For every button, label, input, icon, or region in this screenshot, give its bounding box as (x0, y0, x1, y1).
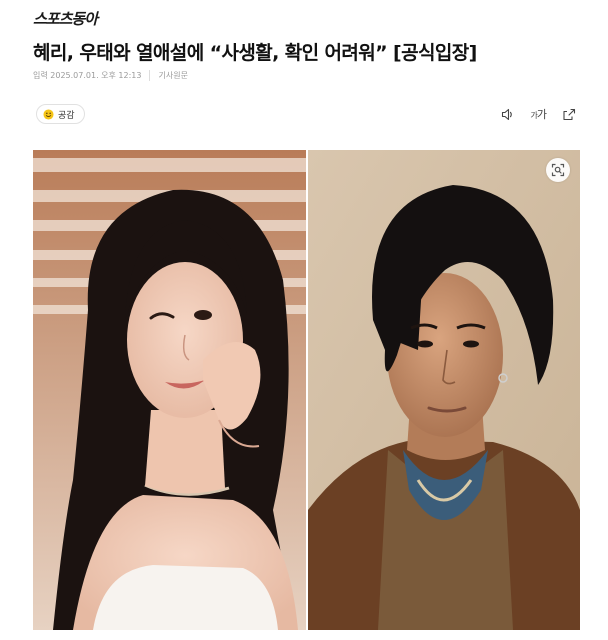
share-icon (563, 108, 576, 120)
empathy-button[interactable]: 공감 (36, 104, 85, 124)
photo-illustration (33, 150, 580, 630)
share-button[interactable] (562, 106, 576, 122)
empathy-label: 공감 (58, 110, 75, 121)
listen-button[interactable] (501, 106, 515, 122)
article-photo (33, 150, 580, 630)
image-search-button[interactable] (546, 158, 570, 182)
article-meta: 입력 2025.07.01. 오후 12:13 기사원문 (33, 70, 188, 81)
font-size-button[interactable]: 가가 (530, 106, 548, 122)
smile-icon (43, 108, 54, 120)
article-headline: 혜리, 우태와 열애설에 “사생활, 확인 어려워” [공식입장] (33, 42, 477, 64)
font-size-icon: 가가 (530, 108, 548, 121)
site-logo[interactable]: 스포츠동아 (33, 8, 98, 29)
original-article-link[interactable]: 기사원문 (149, 70, 188, 81)
speaker-icon (501, 108, 512, 120)
publish-date: 입력 2025.07.01. 오후 12:13 (33, 71, 142, 80)
article-toolbar: 가가 (501, 106, 577, 122)
lens-search-icon (551, 163, 565, 177)
